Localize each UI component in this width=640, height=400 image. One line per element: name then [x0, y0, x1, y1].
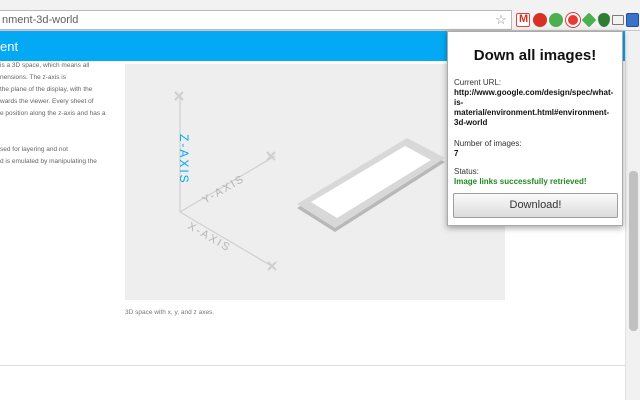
article-line: d is emulated by manipulating the: [0, 158, 97, 165]
page-scrollbar[interactable]: [625, 31, 640, 400]
download-images-extension-icon[interactable]: [626, 13, 639, 27]
scrollbar-thumb[interactable]: [629, 171, 638, 331]
figure-caption: 3D space with x, y, and z axes.: [125, 309, 215, 316]
num-images-value: 7: [454, 149, 459, 158]
article-line: nensions. The z-axis is: [0, 74, 66, 81]
current-url-line: is-: [454, 98, 464, 107]
z-axis-label: Z-AXIS: [177, 134, 191, 185]
status-label: Status:: [454, 167, 479, 176]
article-line: sed for layering and not: [0, 146, 68, 153]
shield-extension-icon[interactable]: [598, 13, 610, 27]
current-url-line: material/environment.html#environment-: [454, 108, 610, 117]
article-line: e position along the z-axis and has a: [0, 110, 106, 117]
popup-title: Down all images!: [473, 47, 597, 64]
article-line: is a 3D space, which means all: [0, 62, 90, 69]
url-text: nment-3d-world: [2, 14, 79, 26]
article-line: wards the viewer. Every sheet of: [0, 98, 94, 105]
phone-illustration: [297, 138, 445, 232]
status-value: Image links successfully retrieved!: [454, 177, 587, 186]
download-images-popup: Down all images! Current URL: http://www…: [447, 31, 623, 226]
current-url-line: 3d-world: [454, 118, 488, 127]
x-axis-label: X-AXIS: [186, 220, 234, 254]
cast-icon[interactable]: [612, 15, 624, 25]
record-extension-icon[interactable]: [566, 13, 580, 27]
bookmark-star-icon[interactable]: ☆: [494, 13, 508, 27]
num-images-label: Number of images:: [454, 139, 522, 148]
section-divider: [0, 365, 625, 366]
page-title: ent: [0, 39, 19, 54]
address-bar[interactable]: nment-3d-world ☆: [0, 10, 512, 30]
y-axis-label: Y-AXIS: [201, 173, 248, 207]
browser-toolbar: nment-3d-world ☆: [0, 0, 640, 31]
current-url-line: http://www.google.com/design/spec/what-: [454, 88, 614, 97]
download-button[interactable]: Download!: [453, 193, 618, 218]
red-extension-icon[interactable]: [533, 13, 547, 27]
current-url-label: Current URL:: [454, 78, 502, 87]
article-line: the plane of the display, with the: [0, 86, 93, 93]
cube-extension-icon[interactable]: [581, 12, 597, 28]
gmail-extension-icon[interactable]: [516, 13, 530, 27]
green-extension-icon[interactable]: [549, 13, 563, 27]
